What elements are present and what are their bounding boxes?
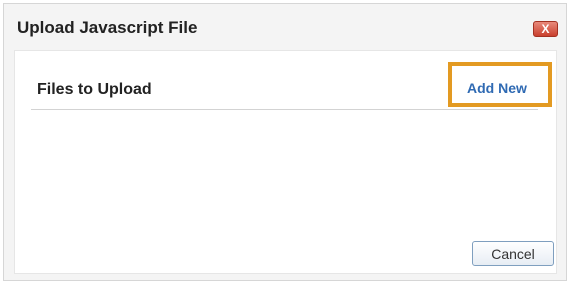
cancel-button-label: Cancel [491,245,535,262]
upload-dialog: Upload Javascript File X Files to Upload… [3,3,567,281]
close-icon: X [541,22,550,36]
dialog-title-bar: Upload Javascript File X [4,4,566,48]
close-button[interactable]: X [533,21,558,37]
header-divider [31,109,538,110]
files-panel: Files to Upload Add New Cancel [14,50,557,274]
add-new-link[interactable]: Add New [467,80,527,96]
cancel-button[interactable]: Cancel [472,241,554,266]
files-to-upload-label: Files to Upload [37,81,152,98]
dialog-title: Upload Javascript File [17,18,198,37]
